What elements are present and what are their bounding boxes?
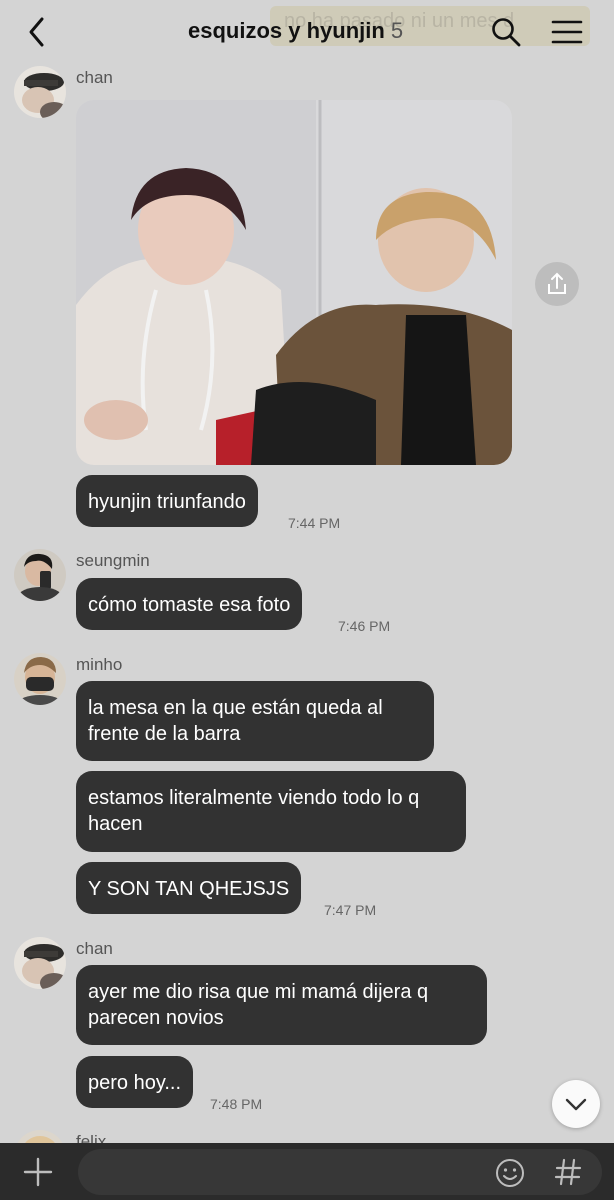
hamburger-menu-icon <box>551 20 583 44</box>
share-icon <box>548 272 566 294</box>
message-time: 7:46 PM <box>338 618 391 634</box>
message-bubble[interactable]: ayer me dio risa que mi mamá dijera q pa… <box>76 965 487 1045</box>
emoji-button[interactable] <box>494 1157 526 1189</box>
chevron-left-icon <box>29 17 44 47</box>
plus-icon <box>23 1157 53 1187</box>
shared-photo[interactable] <box>76 100 512 465</box>
message-bubble[interactable]: hyunjin triunfando <box>76 475 258 527</box>
scroll-to-bottom-button[interactable] <box>552 1080 600 1128</box>
message-time: 7:44 PM <box>288 515 341 531</box>
message-bubble[interactable]: cómo tomaste esa foto <box>76 578 303 630</box>
message-time: 7:47 PM <box>324 902 377 918</box>
message-time: 7:48 PM <box>210 1096 263 1112</box>
hashtag-button[interactable] <box>550 1155 586 1189</box>
chat-header: esquizos y hyunjin 5 <box>0 0 614 64</box>
avatar-chan[interactable] <box>14 937 66 989</box>
message-bubble[interactable]: la mesa en la que están queda al frente … <box>76 681 434 761</box>
message-bubble[interactable]: pero hoy... <box>76 1056 194 1108</box>
message-input-bar <box>0 1143 614 1200</box>
back-button[interactable] <box>22 14 54 50</box>
attach-button[interactable] <box>18 1155 58 1189</box>
message-bubble[interactable]: Y SON TAN QHEJSJS <box>76 862 302 914</box>
member-count: 5 <box>390 18 404 43</box>
share-button[interactable] <box>535 262 579 306</box>
avatar-chan[interactable] <box>14 66 66 118</box>
search-icon <box>492 18 521 47</box>
avatar-minho[interactable] <box>14 653 66 705</box>
search-button[interactable] <box>490 16 522 48</box>
chevron-down-icon <box>565 1098 587 1111</box>
menu-button[interactable] <box>550 18 584 46</box>
chat-title: esquizos y hyunjin 5 <box>188 18 403 44</box>
message-bubble[interactable]: estamos literalmente viendo todo lo q ha… <box>76 771 466 852</box>
avatar-seungmin[interactable] <box>14 549 66 601</box>
sender-name: seungmin <box>76 551 150 570</box>
sender-name: minho <box>76 655 123 674</box>
hashtag-icon <box>554 1158 582 1186</box>
sender-name: chan <box>76 68 113 87</box>
emoji-icon <box>496 1159 524 1187</box>
chat-name: esquizos y hyunjin <box>188 18 385 43</box>
sender-name: chan <box>76 939 113 958</box>
